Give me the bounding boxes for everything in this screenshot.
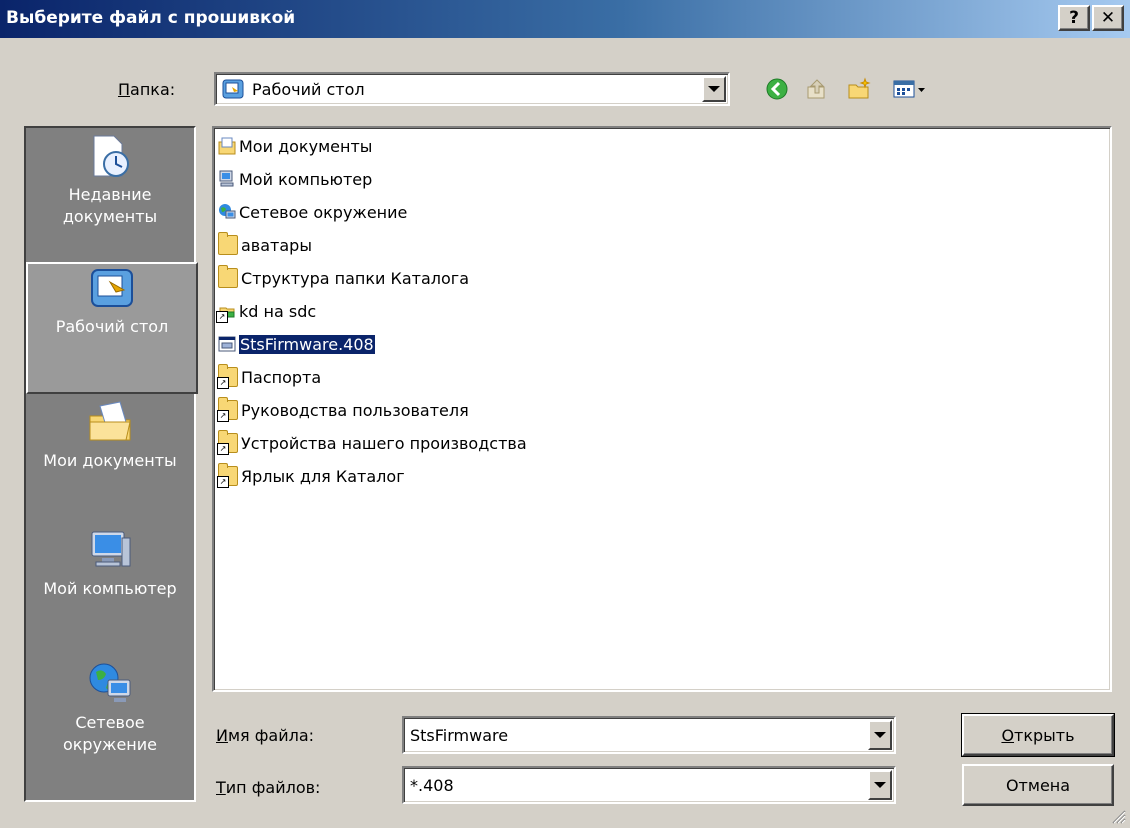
place-my-computer[interactable]: Мой компьютер (26, 526, 194, 656)
chevron-down-icon (708, 86, 720, 92)
resize-grip-icon[interactable] (1108, 806, 1126, 824)
file-name: Руководства пользователя (241, 400, 469, 420)
my-documents-icon (86, 398, 134, 446)
view-menu-icon (893, 80, 925, 98)
filename-label: Имя файла: (216, 726, 315, 745)
desktop-icon (222, 79, 244, 99)
list-item[interactable]: Руководства пользователя (217, 394, 469, 426)
network-places-icon (86, 660, 134, 708)
place-network-places[interactable]: Сетевое окружение (26, 660, 194, 790)
file-name: Устройства нашего производства (241, 433, 527, 453)
filename-combobox[interactable]: StsFirmware (402, 716, 896, 754)
file-name: kd на sdc (239, 301, 317, 321)
firmware-file-icon (218, 335, 236, 353)
place-my-documents[interactable]: Мои документы (26, 398, 194, 526)
file-list[interactable]: Мои документы Мой компьютер Сетевое окру… (212, 126, 1112, 692)
filetype-dropdown-button[interactable] (868, 770, 892, 800)
file-name: Сетевое окружение (239, 202, 408, 222)
up-one-level-icon (807, 79, 825, 99)
folder-shortcut-icon (217, 364, 238, 389)
list-item[interactable]: аватары (218, 229, 312, 261)
folder-shortcut-icon (217, 397, 238, 422)
back-arrow-icon (766, 78, 788, 100)
file-name: аватары (241, 235, 312, 255)
list-item[interactable]: Структура папки Каталога (218, 262, 469, 294)
chevron-down-icon (874, 732, 886, 738)
list-item[interactable]: Мой компьютер (218, 163, 372, 195)
my-computer-icon (86, 526, 134, 574)
new-folder-icon (848, 77, 871, 99)
folder-shortcut-icon (217, 463, 238, 488)
look-in-label: Папка: (118, 80, 176, 99)
look-in-dropdown-button[interactable] (702, 76, 726, 102)
new-folder-button[interactable] (846, 76, 872, 102)
close-icon: ✕ (1100, 7, 1116, 28)
filename-input[interactable]: StsFirmware (410, 726, 508, 745)
list-item[interactable]: Сетевое окружение (218, 196, 407, 228)
file-name: StsFirmware.408 (238, 333, 376, 355)
window-title: Выберите файл с прошивкой (6, 8, 296, 28)
place-desktop[interactable]: Рабочий стол (26, 262, 198, 394)
view-menu-button[interactable] (892, 76, 928, 102)
filetype-label: Тип файлов: (216, 778, 321, 797)
filetype-combobox[interactable]: *.408 (402, 766, 896, 804)
my-computer-icon (218, 170, 236, 188)
title-bar[interactable]: Выберите файл с прошивкой ? ✕ (0, 0, 1130, 38)
list-item[interactable]: kd на sdc (216, 295, 317, 327)
list-item[interactable]: Мои документы (218, 130, 372, 162)
back-button[interactable] (764, 76, 790, 102)
network-drive-shortcut-icon (216, 302, 236, 323)
place-label: Недавние документы (62, 185, 158, 226)
places-bar: Недавние документы Рабочий стол Мои доку… (24, 126, 198, 802)
filetype-value: *.408 (410, 776, 454, 795)
folder-icon (218, 232, 238, 255)
folder-shortcut-icon (217, 430, 238, 455)
list-item[interactable]: Ярлык для Каталог (217, 460, 405, 492)
look-in-value: Рабочий стол (252, 80, 365, 99)
file-name: Паспорта (241, 367, 322, 387)
recent-documents-icon (86, 132, 134, 180)
place-label: Мои документы (43, 451, 177, 470)
my-documents-icon (218, 137, 236, 155)
place-label: Сетевое окружение (62, 713, 158, 754)
place-label: Рабочий стол (55, 317, 169, 336)
desktop-icon (88, 264, 136, 312)
cancel-button[interactable]: Отмена (962, 764, 1114, 806)
file-name: Структура папки Каталога (241, 268, 470, 288)
list-item-selected[interactable]: StsFirmware.408 (218, 328, 376, 360)
folder-icon (218, 265, 238, 288)
filename-dropdown-button[interactable] (868, 720, 892, 750)
up-folder-button[interactable] (804, 76, 830, 102)
open-button[interactable]: Открыть (961, 713, 1115, 757)
close-button[interactable]: ✕ (1092, 5, 1124, 31)
place-recent-documents[interactable]: Недавние документы (26, 132, 194, 260)
network-places-icon (218, 203, 236, 221)
place-label: Мой компьютер (43, 579, 177, 598)
list-item[interactable]: Паспорта (217, 361, 322, 393)
file-name: Ярлык для Каталог (241, 466, 405, 486)
file-name: Мои документы (239, 136, 373, 156)
look-in-combobox[interactable]: Рабочий стол (214, 72, 730, 106)
list-item[interactable]: Устройства нашего производства (217, 427, 527, 459)
chevron-down-icon (874, 782, 886, 788)
file-name: Мой компьютер (239, 169, 373, 189)
help-button[interactable]: ? (1058, 5, 1090, 31)
